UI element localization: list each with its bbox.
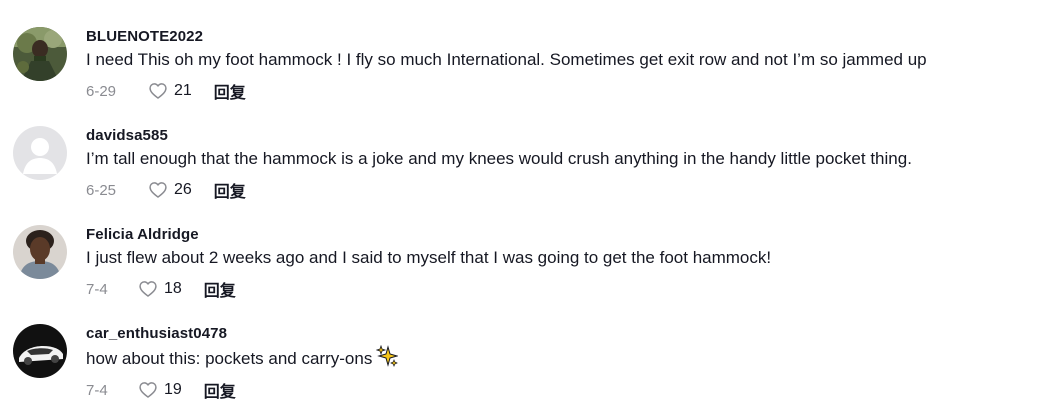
- avatar[interactable]: [13, 324, 67, 378]
- comment-username[interactable]: BLUENOTE2022: [86, 27, 1028, 47]
- heart-icon: [139, 382, 157, 398]
- comment-meta: 6-29 21 回复: [86, 79, 1028, 103]
- like-button[interactable]: 21: [148, 81, 192, 101]
- reply-button[interactable]: 回复: [214, 79, 246, 103]
- comment-date: 6-29: [86, 82, 117, 100]
- comment-item: BLUENOTE2022 I need This oh my foot hamm…: [0, 27, 1038, 123]
- comment-text: I’m tall enough that the hammock is a jo…: [86, 149, 912, 168]
- comment-item: car_enthusiast0478 how about this: pocke…: [0, 324, 1038, 416]
- avatar[interactable]: [13, 27, 67, 81]
- avatar[interactable]: [13, 126, 67, 180]
- like-button[interactable]: 19: [138, 380, 182, 400]
- comment-text: I just flew about 2 weeks ago and I said…: [86, 248, 772, 267]
- like-button[interactable]: 18: [138, 279, 182, 299]
- comment-date: 7-4: [86, 280, 108, 298]
- like-count: 18: [164, 280, 182, 297]
- sparkles-icon: [376, 345, 399, 367]
- comment-date: 7-4: [86, 381, 108, 399]
- comment-item: davidsa585 I’m tall enough that the hamm…: [0, 126, 1038, 222]
- comment-text-content: how about this: pockets and carry-ons: [86, 349, 373, 368]
- heart-icon: [149, 83, 167, 99]
- like-count: 19: [164, 381, 182, 398]
- heart-icon: [149, 182, 167, 198]
- reply-button[interactable]: 回复: [204, 277, 236, 301]
- comment-text: how about this: pockets and carry-ons: [86, 345, 1028, 371]
- reply-button[interactable]: 回复: [204, 378, 236, 402]
- comment-meta: 6-25 26 回复: [86, 178, 1028, 202]
- comment-meta: 7-4 19 回复: [86, 378, 1028, 402]
- like-count: 21: [174, 82, 192, 99]
- like-button[interactable]: 26: [148, 180, 192, 200]
- previous-comment-actions-fragment: [140, 0, 260, 2]
- comment-date: 6-25: [86, 181, 117, 199]
- avatar[interactable]: [13, 225, 67, 279]
- comment-username[interactable]: davidsa585: [86, 126, 1028, 146]
- comment-list: BLUENOTE2022 I need This oh my foot hamm…: [0, 0, 1038, 416]
- comment-meta: 7-4 18 回复: [86, 277, 1028, 301]
- like-count: 26: [174, 181, 192, 198]
- comment-item: Felicia Aldridge I just flew about 2 wee…: [0, 225, 1038, 321]
- comment-username[interactable]: car_enthusiast0478: [86, 324, 1028, 344]
- reply-button[interactable]: 回复: [214, 178, 246, 202]
- heart-icon: [139, 281, 157, 297]
- comment-username[interactable]: Felicia Aldridge: [86, 225, 1028, 245]
- comment-text: I need This oh my foot hammock ! I fly s…: [86, 50, 927, 69]
